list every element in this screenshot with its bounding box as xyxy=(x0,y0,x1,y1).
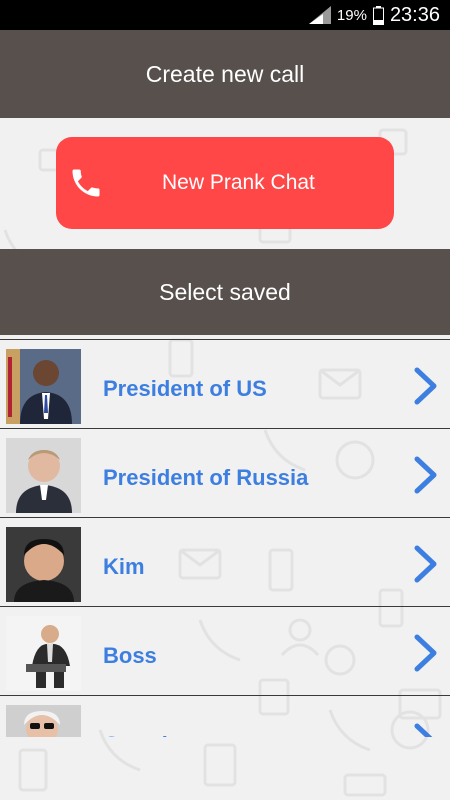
create-new-call-title: Create new call xyxy=(145,60,305,87)
chevron-right-icon[interactable] xyxy=(412,722,440,737)
status-bar: 19% 23:36 xyxy=(0,0,450,30)
contact-photo xyxy=(6,349,81,424)
contact-photo xyxy=(6,527,81,602)
contact-name: Kim xyxy=(103,554,145,579)
contact-photo xyxy=(6,705,81,737)
chevron-right-icon[interactable] xyxy=(412,633,440,673)
new-prank-chat-label: New Prank Chat xyxy=(162,171,315,194)
contact-row-boss[interactable]: Boss xyxy=(0,606,450,696)
battery-percent: 19% xyxy=(336,6,367,24)
contact-row-grandma[interactable]: Grandma xyxy=(0,695,450,737)
phone-icon xyxy=(72,169,100,197)
contact-name: Boss xyxy=(103,643,157,668)
battery-icon xyxy=(372,5,384,25)
contact-name: President of US xyxy=(103,376,267,401)
contact-name: President of Russia xyxy=(103,465,309,490)
contact-row-kim[interactable]: Kim xyxy=(0,517,450,607)
contact-name: Grandma xyxy=(103,696,200,737)
create-new-call-header: Create new call xyxy=(0,30,450,118)
select-saved-header: Select saved xyxy=(0,249,450,335)
chevron-right-icon[interactable] xyxy=(412,455,440,495)
chevron-right-icon[interactable] xyxy=(412,544,440,584)
saved-contacts-list[interactable]: President of US President of Russia Kim … xyxy=(0,339,450,737)
new-prank-chat-button[interactable]: New Prank Chat xyxy=(56,137,394,229)
chevron-right-icon[interactable] xyxy=(412,366,440,406)
contact-row-president-russia[interactable]: President of Russia xyxy=(0,428,450,518)
select-saved-title: Select saved xyxy=(159,278,291,305)
contact-photo xyxy=(6,438,81,513)
contact-row-president-us[interactable]: President of US xyxy=(0,339,450,429)
contact-photo xyxy=(6,616,81,691)
signal-icon xyxy=(308,6,331,24)
clock: 23:36 xyxy=(389,3,440,26)
